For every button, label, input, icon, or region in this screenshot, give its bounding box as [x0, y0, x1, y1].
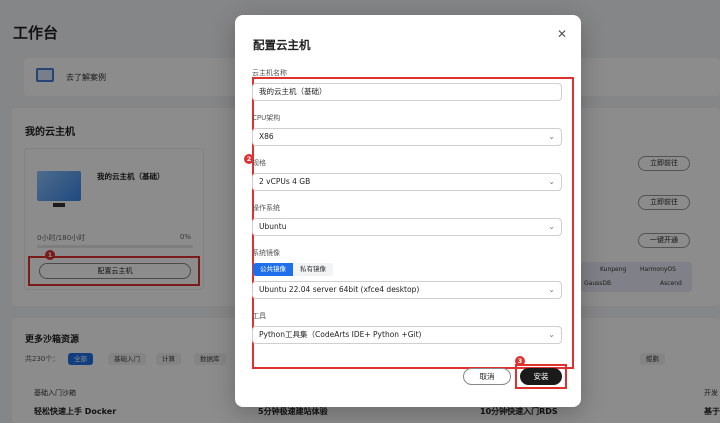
dialog-title: 配置云主机: [253, 38, 311, 52]
cpu-label: CPU架构: [252, 114, 281, 122]
tab-private-image[interactable]: 私有镜像: [293, 263, 333, 276]
chevron-down-icon: ⌄: [548, 222, 555, 231]
cancel-button[interactable]: 取消: [463, 368, 511, 385]
chevron-down-icon: ⌄: [548, 177, 555, 186]
tool-select[interactable]: Python工具集（CodeArts IDE+ Python +Git) ⌄: [252, 326, 562, 344]
chevron-down-icon: ⌄: [548, 330, 555, 339]
step-badge-3: 3: [515, 356, 525, 366]
install-button[interactable]: 安装: [520, 368, 562, 385]
spec-label: 规格: [252, 159, 266, 167]
os-value: Ubuntu: [259, 222, 287, 231]
name-label: 云主机名称: [252, 69, 287, 77]
image-type-tabs: 公共镜像 私有镜像: [253, 263, 333, 276]
os-label: 操作系统: [252, 204, 280, 212]
tab-public-image[interactable]: 公共镜像: [253, 263, 293, 276]
cpu-value: X86: [259, 132, 274, 141]
configure-host-dialog: 配置云主机 ✕ 2 云主机名称 我的云主机（基础） CPU架构 X86 ⌄ 规格…: [235, 15, 581, 407]
close-icon[interactable]: ✕: [555, 27, 569, 41]
chevron-down-icon: ⌄: [548, 285, 555, 294]
os-select[interactable]: Ubuntu ⌄: [252, 218, 562, 236]
image-label: 系统镜像: [252, 249, 280, 257]
image-select[interactable]: Ubuntu 22.04 server 64bit (xfce4 desktop…: [252, 281, 562, 299]
tool-value: Python工具集（CodeArts IDE+ Python +Git): [259, 330, 422, 339]
spec-select[interactable]: 2 vCPUs 4 GB ⌄: [252, 173, 562, 191]
host-name-input[interactable]: 我的云主机（基础）: [252, 83, 562, 101]
tool-label: 工具: [252, 312, 266, 320]
chevron-down-icon: ⌄: [548, 132, 555, 141]
host-name-value: 我的云主机（基础）: [259, 87, 327, 96]
spec-value: 2 vCPUs 4 GB: [259, 177, 311, 186]
image-value: Ubuntu 22.04 server 64bit (xfce4 desktop…: [259, 285, 420, 294]
cpu-select[interactable]: X86 ⌄: [252, 128, 562, 146]
